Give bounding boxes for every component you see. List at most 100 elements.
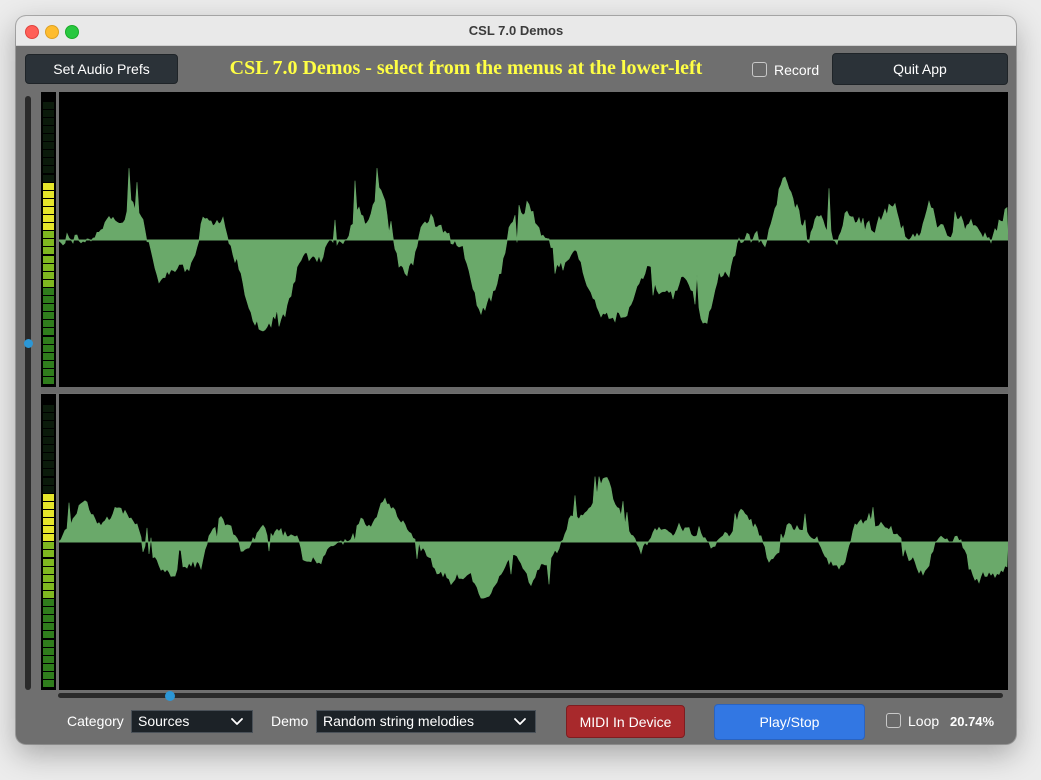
level-meter-segment <box>43 671 54 679</box>
cpu-usage-readout: 20.74% <box>950 714 995 729</box>
level-meter-segment <box>43 607 54 615</box>
level-meter-segment <box>43 190 54 198</box>
waveform-view-top <box>59 92 1008 387</box>
level-meter-segment <box>43 304 54 312</box>
waveform-top-plot <box>59 167 1008 332</box>
level-meter-segment <box>43 655 54 663</box>
volume-slider-thumb[interactable] <box>24 339 33 348</box>
level-meter-segment <box>43 312 54 320</box>
level-meter-segment <box>43 109 54 117</box>
chevron-down-icon <box>231 718 243 725</box>
level-meter-segment <box>43 344 54 352</box>
volume-slider-track[interactable] <box>25 96 31 690</box>
level-meter-segment <box>43 590 54 598</box>
level-meter-segment <box>43 198 54 206</box>
level-meter-segment <box>43 647 54 655</box>
play-stop-button[interactable]: Play/Stop <box>714 704 865 740</box>
level-meter-segment <box>43 582 54 590</box>
level-meter-segment <box>43 428 54 436</box>
app-window: CSL 7.0 Demos Set Audio Prefs CSL 7.0 De… <box>16 16 1016 744</box>
category-select[interactable]: Sources <box>131 710 253 733</box>
record-label: Record <box>774 62 820 78</box>
level-meter-segment <box>43 501 54 509</box>
category-select-value: Sources <box>138 713 190 729</box>
level-meter-segment <box>43 336 54 344</box>
level-meter-right <box>41 394 56 690</box>
level-meter-segment <box>43 445 54 453</box>
level-meter-segment <box>43 125 54 133</box>
channel-divider <box>41 387 1008 393</box>
scope-slider-thumb[interactable] <box>165 691 175 701</box>
level-meter-segment <box>43 328 54 336</box>
level-meter-segment <box>43 263 54 271</box>
level-meter-segment <box>43 566 54 574</box>
level-meter-segment <box>43 134 54 141</box>
level-meter-segment <box>43 223 54 231</box>
level-meter-segment <box>43 231 54 239</box>
level-meter-segment <box>43 663 54 671</box>
level-meter-segment <box>43 101 54 109</box>
level-meter-segment <box>43 142 54 150</box>
level-meter-segment <box>43 453 54 461</box>
level-meter-segment <box>43 287 54 295</box>
waveform-view-bottom <box>59 394 1008 690</box>
level-meter-segment <box>43 477 54 485</box>
level-meter-segment <box>43 271 54 279</box>
chevron-down-icon <box>514 718 526 725</box>
level-meter-segment <box>43 680 54 687</box>
level-meter-segment <box>43 461 54 469</box>
record-checkbox[interactable] <box>752 62 767 77</box>
level-meter-segment <box>43 534 54 542</box>
loop-checkbox[interactable] <box>886 713 901 728</box>
midi-in-device-button[interactable]: MIDI In Device <box>566 705 685 738</box>
quit-app-button[interactable]: Quit App <box>832 53 1008 85</box>
level-meter-segment <box>43 296 54 303</box>
level-meter-segment <box>43 279 54 287</box>
level-meter-segment <box>43 493 54 501</box>
level-meter-segment <box>43 352 54 360</box>
level-meter-segment <box>43 412 54 420</box>
level-meter-segment <box>43 526 54 534</box>
waveform-bottom-trace <box>59 476 1008 599</box>
level-meter-segment <box>43 469 54 477</box>
level-meter-segment <box>43 558 54 566</box>
level-meter-segment <box>43 639 54 647</box>
level-meter-segment <box>43 166 54 174</box>
demo-select-value: Random string melodies <box>323 713 474 729</box>
level-meter-segment <box>43 574 54 582</box>
loop-label: Loop <box>908 713 940 729</box>
level-meter-segment <box>43 117 54 125</box>
level-meter-segment <box>43 623 54 631</box>
waveform-bottom-plot <box>59 476 1008 599</box>
demo-label: Demo <box>271 713 309 729</box>
level-meter-segment <box>43 150 54 158</box>
level-meter-segment <box>43 509 54 517</box>
level-meter-left <box>41 92 56 387</box>
level-meter-segment <box>43 320 54 328</box>
level-meter-segment <box>43 437 54 444</box>
level-meter-segment <box>43 206 54 214</box>
category-label: Category <box>67 713 124 729</box>
title-bar: CSL 7.0 Demos <box>16 16 1016 46</box>
set-audio-prefs-button[interactable]: Set Audio Prefs <box>25 54 178 84</box>
level-meter-segment <box>43 182 54 190</box>
level-meter-segment <box>43 550 54 558</box>
level-meter-segment <box>43 485 54 493</box>
level-meter-segment <box>43 377 54 384</box>
level-meter-segment <box>43 404 54 412</box>
level-meter-segment <box>43 239 54 247</box>
level-meter-segment <box>43 360 54 368</box>
level-meter-segment <box>43 368 54 376</box>
level-meter-segment <box>43 255 54 263</box>
level-meter-segment <box>43 518 54 525</box>
window-title: CSL 7.0 Demos <box>468 23 564 38</box>
waveform-top-trace <box>59 167 1008 332</box>
level-meter-segment <box>43 215 54 222</box>
level-meter-segment <box>43 420 54 428</box>
headline-text: CSL 7.0 Demos - select from the menus at… <box>229 57 703 79</box>
demo-select[interactable]: Random string melodies <box>316 710 536 733</box>
level-meter-segment <box>43 174 54 182</box>
level-meter-segment <box>43 599 54 606</box>
level-meter-segment <box>43 247 54 255</box>
scope-slider-track[interactable] <box>58 693 1003 698</box>
